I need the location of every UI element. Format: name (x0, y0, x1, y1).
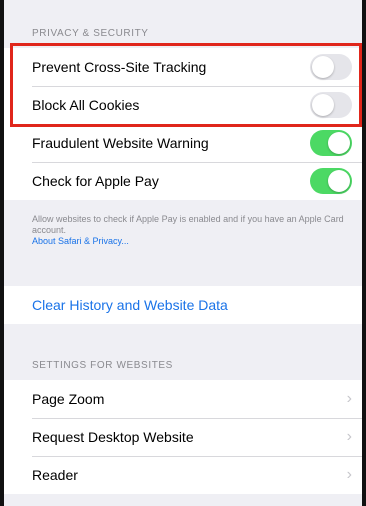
clear-history-button[interactable]: Clear History and Website Data (4, 286, 362, 324)
row-label: Reader (32, 467, 78, 483)
toggle-knob (328, 132, 350, 154)
section-header-privacy: PRIVACY & SECURITY (32, 28, 149, 39)
row-label: Page Zoom (32, 391, 105, 407)
privacy-settings-group: Prevent Cross-Site Tracking Block All Co… (4, 48, 362, 200)
clear-history-label: Clear History and Website Data (32, 297, 228, 313)
section-header-websites: SETTINGS FOR WEBSITES (32, 360, 173, 371)
prevent-tracking-toggle[interactable] (310, 54, 352, 80)
chevron-right-icon: › (346, 390, 352, 407)
row-label: Request Desktop Website (32, 429, 194, 445)
about-safari-privacy-link[interactable]: About Safari & Privacy... (32, 236, 352, 247)
row-check-apple-pay[interactable]: Check for Apple Pay (4, 162, 362, 200)
chevron-right-icon: › (346, 428, 352, 445)
row-block-all-cookies[interactable]: Block All Cookies (4, 86, 362, 124)
row-reader[interactable]: Reader › (4, 456, 362, 494)
footer-text: Allow websites to check if Apple Pay is … (32, 214, 344, 235)
toggle-knob (312, 56, 334, 78)
fraud-warning-toggle[interactable] (310, 130, 352, 156)
row-fraudulent-website-warning[interactable]: Fraudulent Website Warning (4, 124, 362, 162)
apple-pay-toggle[interactable] (310, 168, 352, 194)
chevron-right-icon: › (346, 466, 352, 483)
row-page-zoom[interactable]: Page Zoom › (4, 380, 362, 418)
row-prevent-cross-site-tracking[interactable]: Prevent Cross-Site Tracking (4, 48, 362, 86)
apple-pay-footer-note: Allow websites to check if Apple Pay is … (32, 214, 352, 247)
toggle-knob (328, 170, 350, 192)
block-cookies-toggle[interactable] (310, 92, 352, 118)
row-label: Block All Cookies (32, 97, 140, 113)
clear-history-group: Clear History and Website Data (4, 286, 362, 324)
row-label: Check for Apple Pay (32, 173, 159, 189)
row-request-desktop-website[interactable]: Request Desktop Website › (4, 418, 362, 456)
toggle-knob (312, 94, 334, 116)
website-settings-group: Page Zoom › Request Desktop Website › Re… (4, 380, 362, 494)
row-label: Prevent Cross-Site Tracking (32, 59, 207, 75)
row-label: Fraudulent Website Warning (32, 135, 209, 151)
